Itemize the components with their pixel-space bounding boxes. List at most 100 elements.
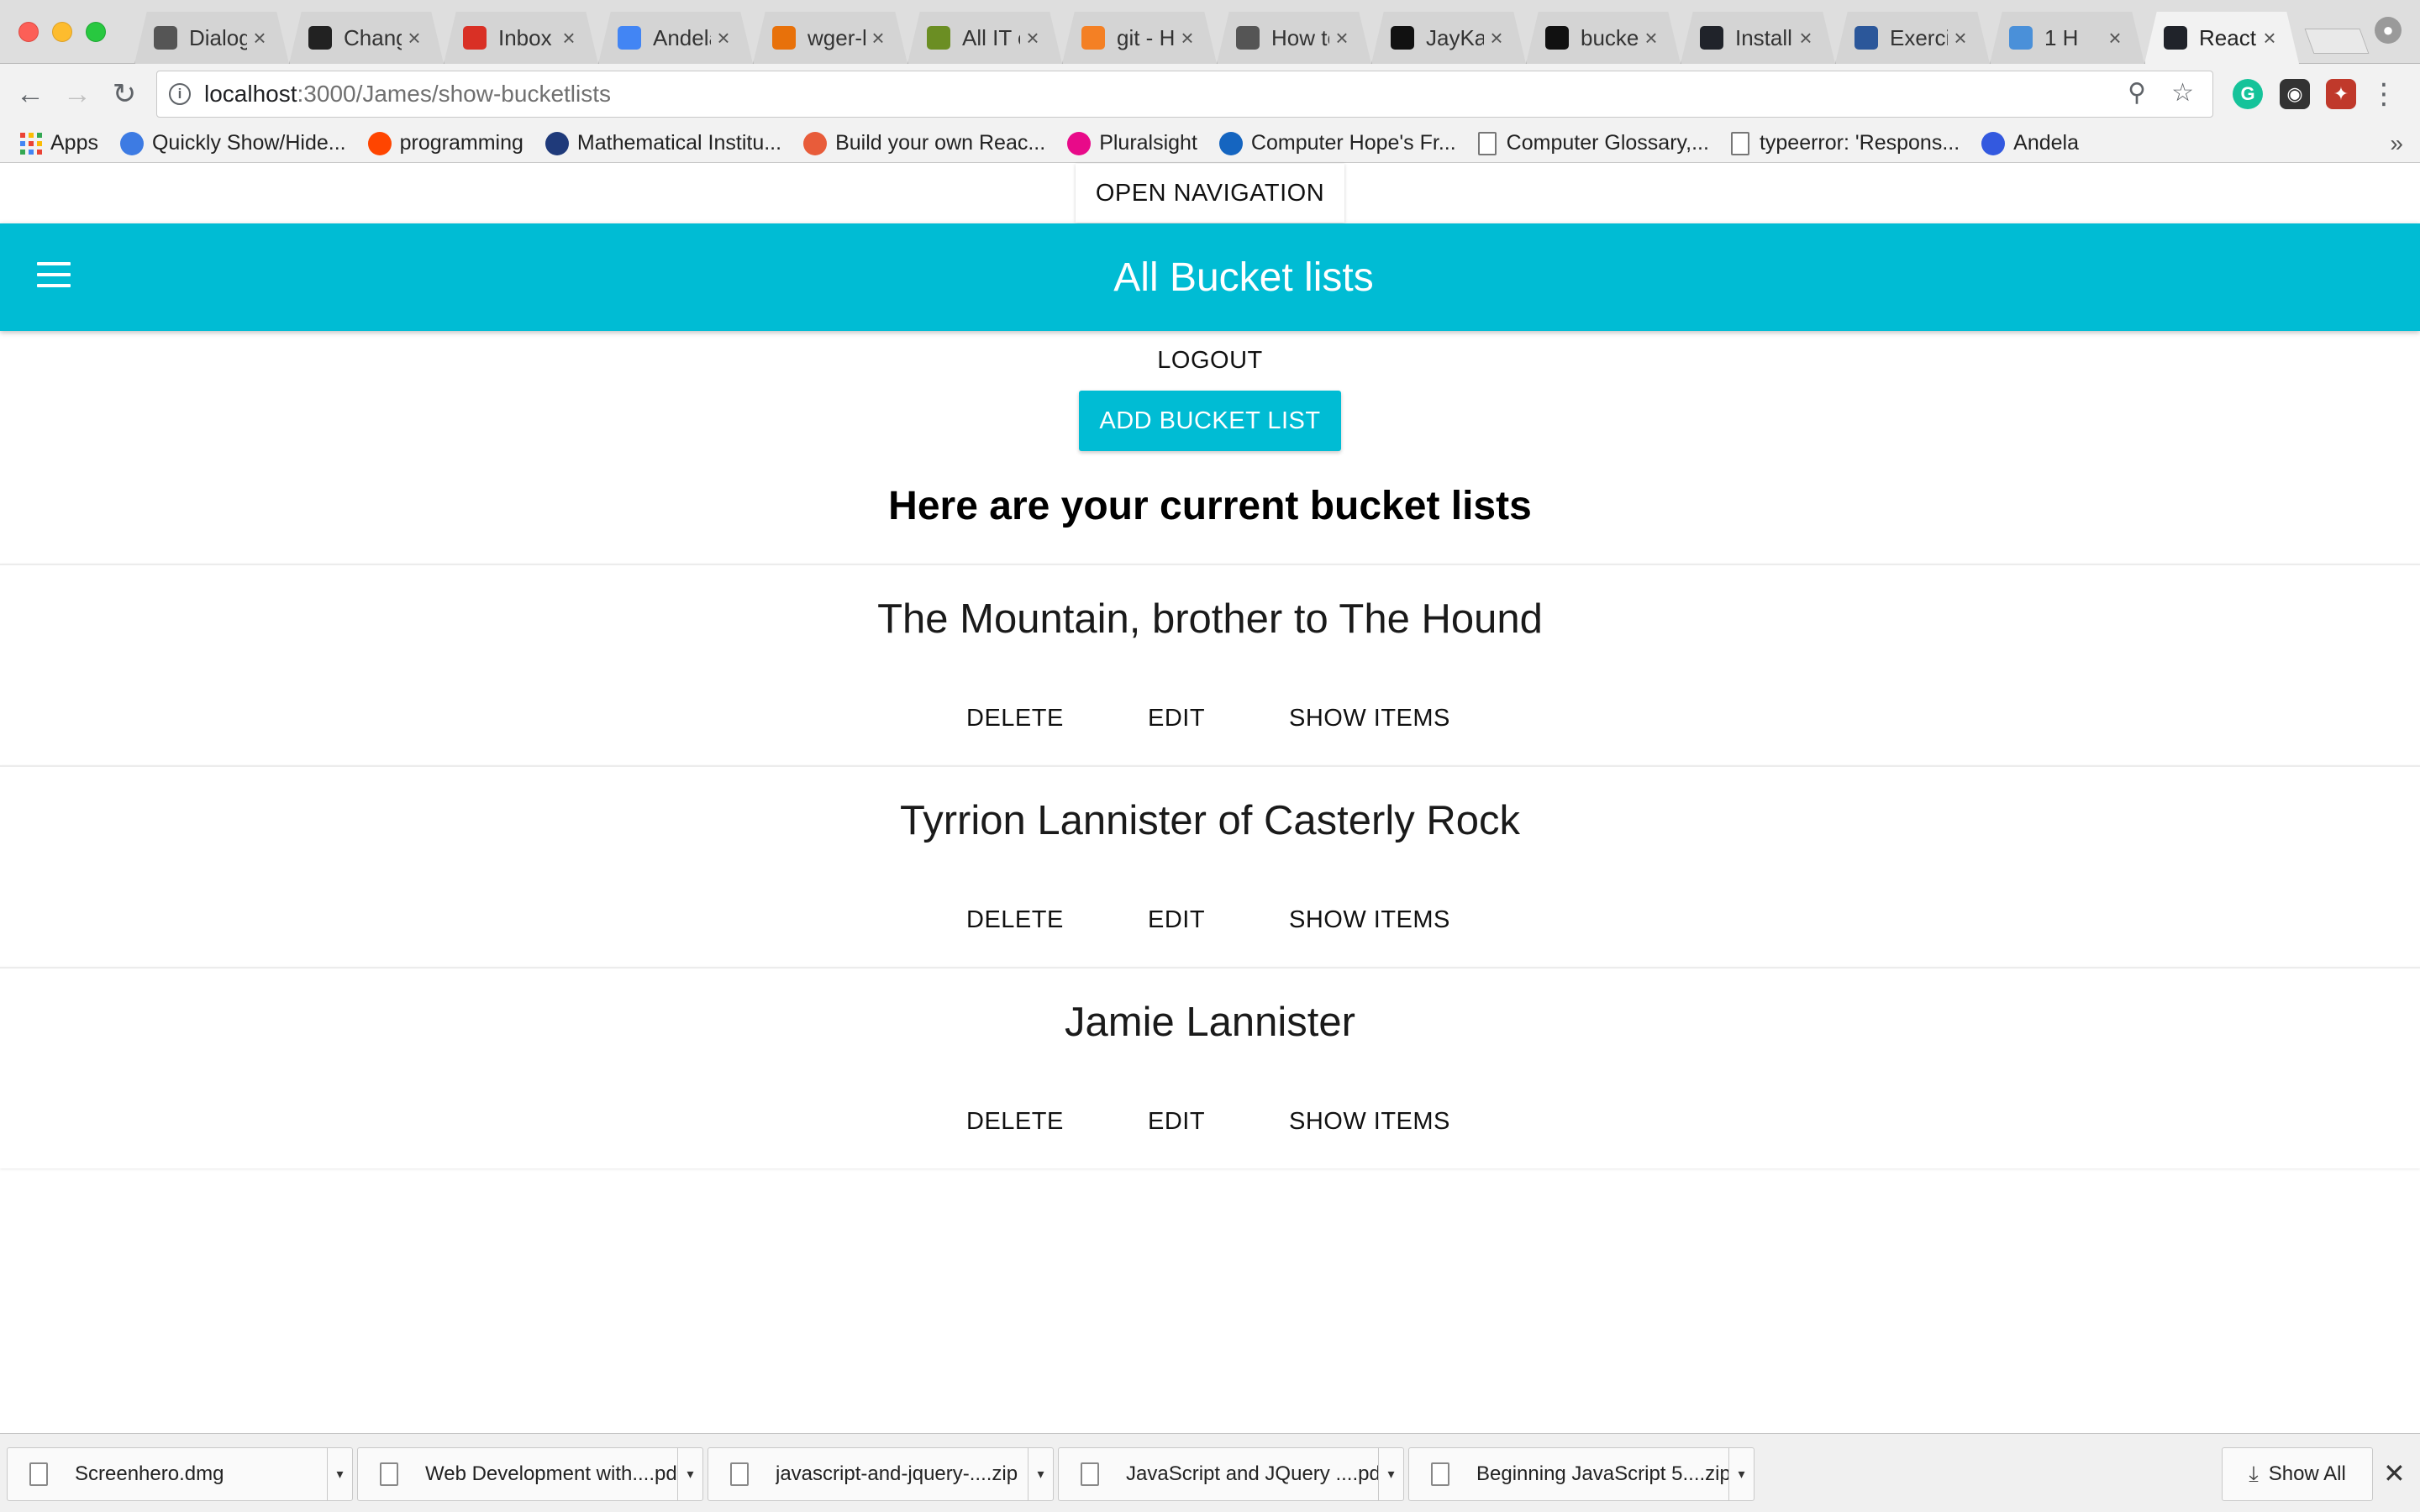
show-items-button[interactable]: SHOW ITEMS [1289,906,1450,934]
download-item[interactable]: Beginning JavaScript 5....zip ▾ [1408,1447,1754,1501]
close-tab-icon[interactable]: × [247,25,272,51]
dialog-favicon [154,26,177,50]
url-host: localhost [204,81,297,107]
extension-icon[interactable]: ✦ [2326,79,2356,109]
browser-tab[interactable]: wger-l × [753,12,908,64]
tab-list: Dialog×Chang×Inbox (×Andela×wger-l×All I… [134,12,2299,64]
close-tab-icon[interactable]: × [1484,25,1509,51]
info-icon[interactable]: i [169,83,191,105]
close-tab-icon[interactable]: × [865,25,891,51]
tab-title: How to [1271,24,1329,50]
incognito-extension-icon[interactable]: ◉ [2280,79,2310,109]
browser-toolbar: ← → ↻ i localhost:3000/James/show-bucket… [0,64,2420,124]
bookmark-item[interactable]: Computer Hope's Fr... [1218,131,1456,155]
browser-tab[interactable]: Installa× [1681,12,1835,64]
browser-tab[interactable]: Andela× [598,12,753,64]
bookmark-item[interactable]: programming [367,131,523,155]
browser-tab[interactable]: 1 H × [1990,12,2144,64]
back-arrow-icon[interactable]: ← [12,76,49,113]
close-tab-icon[interactable]: × [1793,25,1818,51]
download-options-caret-icon[interactable]: ▾ [677,1448,702,1500]
show-items-button[interactable]: SHOW ITEMS [1289,705,1450,732]
profile-icon[interactable]: ● [2375,17,2402,44]
address-bar[interactable]: i localhost:3000/James/show-bucketlists … [156,71,2213,118]
logout-button[interactable]: LOGOUT [1126,347,1294,381]
download-item[interactable]: Web Development with....pdf ▾ [357,1447,703,1501]
key-icon[interactable]: ⚲ [2128,78,2146,108]
download-options-caret-icon[interactable]: ▾ [327,1448,352,1500]
grammarly-extension-icon[interactable]: G [2233,79,2263,109]
add-bucket-list-button[interactable]: ADD BUCKET LIST [1079,391,1341,451]
browser-tab[interactable]: Inbox (× [444,12,598,64]
bucketlist-actions: DELETE EDIT SHOW ITEMS [0,1108,2420,1142]
edit-button[interactable]: EDIT [1148,705,1205,732]
bookmark-item[interactable]: Apps [20,131,98,155]
bookmark-item[interactable]: Quickly Show/Hide... [119,131,346,155]
react-favicon [2164,26,2187,50]
bucketlist-title: The Mountain, brother to The Hound [877,596,1543,642]
browser-tab[interactable]: Chang × [289,12,444,64]
edit-button[interactable]: EDIT [1148,1108,1205,1136]
download-options-caret-icon[interactable]: ▾ [1728,1448,1754,1500]
browser-tab[interactable]: bucket × [1526,12,1681,64]
delete-button[interactable]: DELETE [966,1108,1064,1136]
new-tab-button[interactable] [2304,29,2370,54]
close-tab-icon[interactable]: × [711,25,736,51]
close-shelf-icon[interactable]: ✕ [2383,1457,2406,1489]
tab-title: wger-l [808,24,865,50]
zoom-window-button[interactable] [86,22,106,42]
reload-icon[interactable]: ↻ [106,76,143,113]
forward-arrow-icon[interactable]: → [59,76,96,113]
bucketlist-actions: DELETE EDIT SHOW ITEMS [0,906,2420,940]
github-favicon [1545,26,1569,50]
download-item[interactable]: JavaScript and JQuery ....pdf ▾ [1058,1447,1404,1501]
chrome-menu-icon[interactable]: ⋮ [2370,76,2398,113]
close-window-button[interactable] [18,22,39,42]
browser-tab[interactable]: All IT e× [908,12,1062,64]
more-bookmarks-icon[interactable]: » [2390,130,2403,157]
bookmark-label: Build your own Reac... [835,131,1046,155]
show-items-button[interactable]: SHOW ITEMS [1289,1108,1450,1136]
download-options-caret-icon[interactable]: ▾ [1028,1448,1053,1500]
close-tab-icon[interactable]: × [556,25,581,51]
tab-title: Dialog [189,24,247,50]
close-tab-icon[interactable]: × [1175,25,1200,51]
browser-tab[interactable]: git - H × [1062,12,1217,64]
close-tab-icon[interactable]: × [1020,25,1045,51]
download-options-caret-icon[interactable]: ▾ [1378,1448,1403,1500]
bookmark-item[interactable]: Computer Glossary,... [1477,131,1709,155]
edit-button[interactable]: EDIT [1148,906,1205,934]
minimize-window-button[interactable] [52,22,72,42]
browser-tab[interactable]: JayKay× [1371,12,1526,64]
close-tab-icon[interactable]: × [2257,25,2282,51]
open-navigation-button[interactable]: OPEN NAVIGATION [1076,164,1344,223]
delete-button[interactable]: DELETE [966,705,1064,732]
download-shelf: Screenhero.dmg ▾ Web Development with....p… [0,1433,2420,1512]
tab-title: All IT e [962,24,1020,50]
close-tab-icon[interactable]: × [1329,25,1355,51]
browser-tab-strip: Dialog×Chang×Inbox (×Andela×wger-l×All I… [0,0,2420,64]
bookmark-item[interactable]: Build your own Reac... [803,131,1045,155]
close-tab-icon[interactable]: × [2102,25,2128,51]
download-item[interactable]: Screenhero.dmg ▾ [7,1447,353,1501]
url-path: :3000/James/show-bucketlists [297,81,612,107]
delete-button[interactable]: DELETE [966,906,1064,934]
browser-tab[interactable]: Exercis× [1835,12,1990,64]
bookmark-item[interactable]: Mathematical Institu... [544,131,781,155]
close-tab-icon[interactable]: × [402,25,427,51]
bookmark-item[interactable]: Andela [1981,131,2079,155]
bookmark-star-icon[interactable]: ☆ [2171,78,2194,108]
close-tab-icon[interactable]: × [1639,25,1664,51]
play-favicon [2009,26,2033,50]
close-tab-icon[interactable]: × [1948,25,1973,51]
browser-tab[interactable]: React /× [2144,12,2299,64]
download-item[interactable]: javascript-and-jquery-....zip ▾ [708,1447,1054,1501]
browser-tab[interactable]: Dialog × [134,12,289,64]
bookmark-label: programming [399,131,523,155]
show-all-downloads-button[interactable]: ⤓ Show All [2222,1447,2373,1501]
browser-tab[interactable]: How to× [1217,12,1371,64]
x-favicon [308,26,332,50]
bookmark-item[interactable]: Pluralsight [1067,131,1197,155]
tab-title: JayKay [1426,24,1484,50]
bookmark-item[interactable]: typeerror: 'Respons... [1730,131,1960,155]
